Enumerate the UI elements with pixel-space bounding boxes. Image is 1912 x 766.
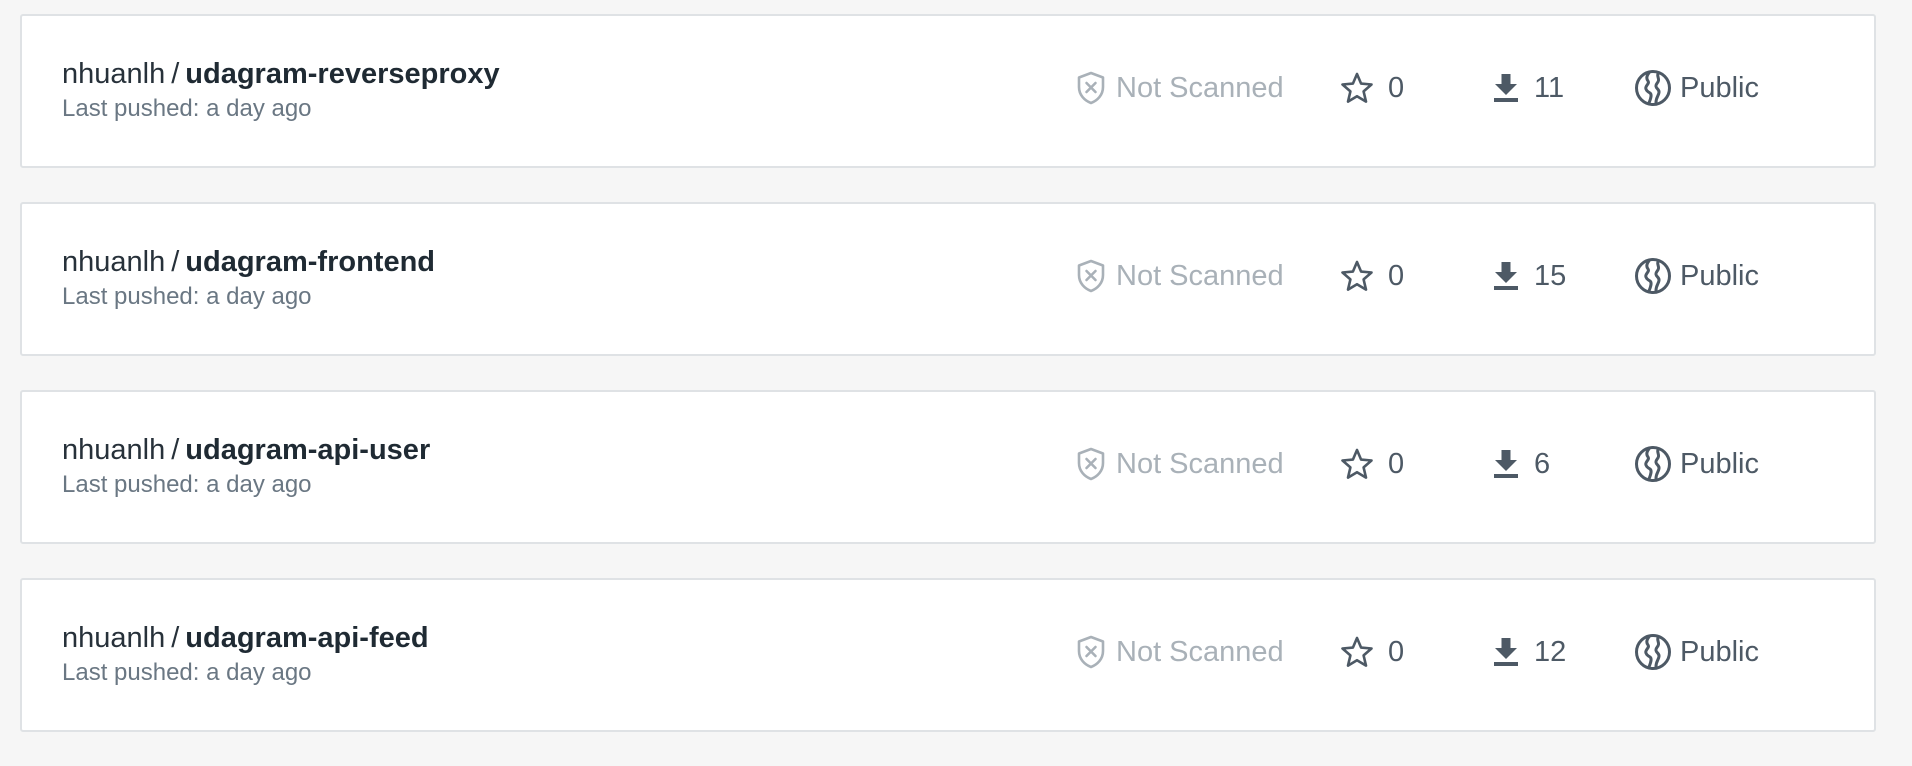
- pull-count-value: 15: [1534, 259, 1567, 292]
- last-pushed-text: Last pushed: a day ago: [62, 659, 312, 686]
- star-count: 0: [1340, 256, 1404, 296]
- repository-separator: /: [171, 434, 180, 466]
- visibility-status: Public: [1634, 444, 1759, 484]
- visibility-status: Public: [1634, 256, 1759, 296]
- scan-status-label: Not Scanned: [1116, 447, 1284, 480]
- repository-card[interactable]: nhuanlh / udagram-api-user Last pushed: a …: [20, 390, 1876, 544]
- star-icon: [1340, 635, 1374, 669]
- repository-title[interactable]: nhuanlh / udagram-api-feed: [62, 620, 429, 656]
- visibility-status: Public: [1634, 632, 1759, 672]
- globe-icon: [1634, 445, 1672, 483]
- pull-count: 15: [1492, 256, 1566, 296]
- download-icon: [1492, 636, 1520, 668]
- repository-info: nhuanlh / udagram-api-user Last pushed: a …: [62, 432, 430, 500]
- repository-name: udagram-api-feed: [185, 622, 429, 654]
- scan-status: Not Scanned: [1076, 256, 1284, 296]
- scan-status-label: Not Scanned: [1116, 259, 1284, 292]
- repository-title[interactable]: nhuanlh / udagram-frontend: [62, 244, 435, 280]
- scan-status-label: Not Scanned: [1116, 71, 1284, 104]
- repository-name: udagram-frontend: [185, 246, 435, 278]
- repository-card[interactable]: nhuanlh / udagram-frontend Last pushed: a …: [20, 202, 1876, 356]
- pull-count: 6: [1492, 444, 1550, 484]
- star-count: 0: [1340, 632, 1404, 672]
- repository-list: nhuanlh / udagram-reverseproxy Last pushed…: [20, 14, 1876, 766]
- repository-separator: /: [171, 622, 180, 654]
- repository-owner: nhuanlh: [62, 58, 166, 90]
- scan-status-label: Not Scanned: [1116, 635, 1284, 668]
- download-icon: [1492, 260, 1520, 292]
- repository-title[interactable]: nhuanlh / udagram-api-user: [62, 432, 430, 468]
- pull-count-value: 11: [1534, 71, 1565, 104]
- star-count-value: 0: [1388, 71, 1405, 104]
- repository-card[interactable]: nhuanlh / udagram-api-feed Last pushed: a …: [20, 578, 1876, 732]
- last-pushed-text: Last pushed: a day ago: [62, 471, 312, 498]
- scan-status: Not Scanned: [1076, 68, 1284, 108]
- star-count-value: 0: [1388, 635, 1405, 668]
- repository-info: nhuanlh / udagram-frontend Last pushed: a …: [62, 244, 435, 312]
- star-count: 0: [1340, 68, 1404, 108]
- repository-name: udagram-api-user: [185, 434, 431, 466]
- repository-separator: /: [171, 246, 180, 278]
- repository-info: nhuanlh / udagram-reverseproxy Last pushed…: [62, 56, 500, 124]
- pull-count: 12: [1492, 632, 1566, 672]
- scan-status: Not Scanned: [1076, 632, 1284, 672]
- star-count-value: 0: [1388, 447, 1405, 480]
- shield-x-icon: [1076, 259, 1106, 293]
- star-icon: [1340, 447, 1374, 481]
- star-icon: [1340, 259, 1374, 293]
- pull-count-value: 6: [1534, 447, 1551, 480]
- globe-icon: [1634, 257, 1672, 295]
- star-count-value: 0: [1388, 259, 1405, 292]
- globe-icon: [1634, 69, 1672, 107]
- globe-icon: [1634, 633, 1672, 671]
- shield-x-icon: [1076, 447, 1106, 481]
- visibility-label: Public: [1680, 447, 1759, 480]
- visibility-label: Public: [1680, 71, 1759, 104]
- star-icon: [1340, 71, 1374, 105]
- repository-info: nhuanlh / udagram-api-feed Last pushed: a …: [62, 620, 429, 688]
- scan-status: Not Scanned: [1076, 444, 1284, 484]
- download-icon: [1492, 448, 1520, 480]
- repository-separator: /: [171, 58, 180, 90]
- last-pushed-text: Last pushed: a day ago: [62, 95, 312, 122]
- repository-name: udagram-reverseproxy: [185, 58, 500, 90]
- pull-count: 11: [1492, 68, 1564, 108]
- repository-title[interactable]: nhuanlh / udagram-reverseproxy: [62, 56, 500, 92]
- repository-card[interactable]: nhuanlh / udagram-reverseproxy Last pushed…: [20, 14, 1876, 168]
- visibility-status: Public: [1634, 68, 1759, 108]
- last-pushed-text: Last pushed: a day ago: [62, 283, 312, 310]
- shield-x-icon: [1076, 71, 1106, 105]
- pull-count-value: 12: [1534, 635, 1567, 668]
- visibility-label: Public: [1680, 635, 1759, 668]
- repository-owner: nhuanlh: [62, 622, 166, 654]
- visibility-label: Public: [1680, 259, 1759, 292]
- star-count: 0: [1340, 444, 1404, 484]
- repository-owner: nhuanlh: [62, 434, 166, 466]
- repository-owner: nhuanlh: [62, 246, 166, 278]
- download-icon: [1492, 72, 1520, 104]
- shield-x-icon: [1076, 635, 1106, 669]
